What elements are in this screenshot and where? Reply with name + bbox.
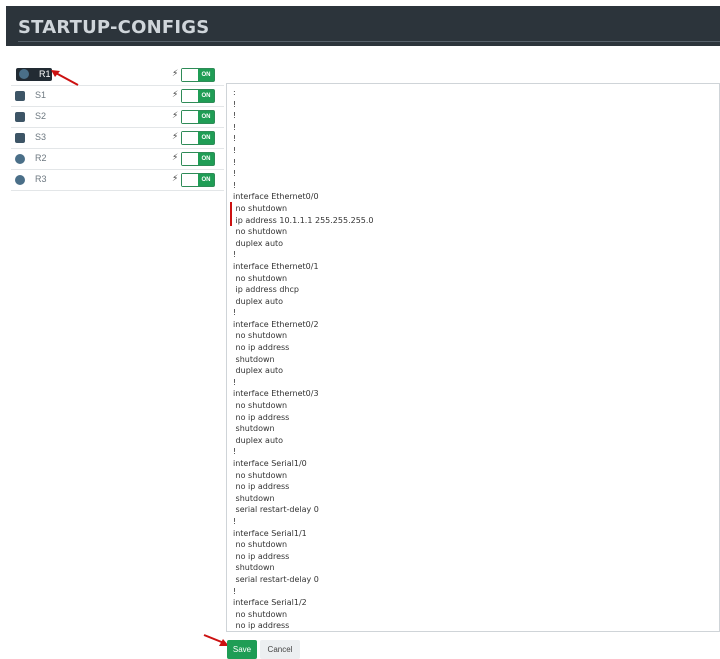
toggle-state: ON <box>198 69 214 81</box>
header-divider <box>18 41 720 42</box>
page-title: STARTUP-CONFIGS <box>18 17 210 38</box>
toggle-knob <box>182 90 198 102</box>
node-label: R2 <box>35 153 47 163</box>
cancel-button[interactable]: Cancel <box>260 640 300 659</box>
toggle-state: ON <box>198 174 214 186</box>
startup-config-toggle[interactable]: ON <box>181 110 215 124</box>
node-list: R1 ⚡ ON S1 ⚡ ON S2 ⚡ ON S3 ⚡ ON R2 ⚡ ON … <box>11 65 224 191</box>
node-item-s2[interactable]: S2 ⚡ ON <box>11 107 224 128</box>
toggle-knob <box>182 132 198 144</box>
startup-config-toggle[interactable]: ON <box>181 152 215 166</box>
bolt-icon: ⚡ <box>172 173 179 183</box>
save-button[interactable]: Save <box>227 640 257 659</box>
bolt-icon: ⚡ <box>172 68 179 78</box>
annotation-arrow-node <box>51 70 79 86</box>
page-header: STARTUP-CONFIGS <box>6 6 720 46</box>
switch-icon <box>15 91 25 101</box>
node-item-r1[interactable]: R1 ⚡ ON <box>11 65 224 86</box>
toggle-knob <box>182 111 198 123</box>
router-icon <box>19 69 29 79</box>
toggle-state: ON <box>198 153 214 165</box>
toggle-knob <box>182 174 198 186</box>
node-item-s1[interactable]: S1 ⚡ ON <box>11 86 224 107</box>
node-item-r3[interactable]: R3 ⚡ ON <box>11 170 224 191</box>
toggle-knob <box>182 69 198 81</box>
node-label: S2 <box>35 111 47 121</box>
toggle-state: ON <box>198 111 214 123</box>
router-icon <box>15 154 25 164</box>
config-editor[interactable]: : ! ! ! ! ! ! ! ! interface Ethernet0/0 … <box>226 83 720 632</box>
startup-config-toggle[interactable]: ON <box>181 68 215 82</box>
switch-icon <box>15 112 25 122</box>
annotation-highlight-bar <box>230 202 232 226</box>
startup-config-toggle[interactable]: ON <box>181 89 215 103</box>
bolt-icon: ⚡ <box>172 110 179 120</box>
node-label: R3 <box>35 174 47 184</box>
toggle-knob <box>182 153 198 165</box>
switch-icon <box>15 133 25 143</box>
bolt-icon: ⚡ <box>172 152 179 162</box>
toggle-state: ON <box>198 132 214 144</box>
config-text[interactable]: : ! ! ! ! ! ! ! ! interface Ethernet0/0 … <box>227 84 719 631</box>
startup-config-toggle[interactable]: ON <box>181 173 215 187</box>
node-item-r2[interactable]: R2 ⚡ ON <box>11 149 224 170</box>
startup-config-toggle[interactable]: ON <box>181 131 215 145</box>
router-icon <box>15 175 25 185</box>
node-label: S1 <box>35 90 47 100</box>
bolt-icon: ⚡ <box>172 131 179 141</box>
node-label: S3 <box>35 132 47 142</box>
toggle-state: ON <box>198 90 214 102</box>
node-item-s3[interactable]: S3 ⚡ ON <box>11 128 224 149</box>
bolt-icon: ⚡ <box>172 89 179 99</box>
